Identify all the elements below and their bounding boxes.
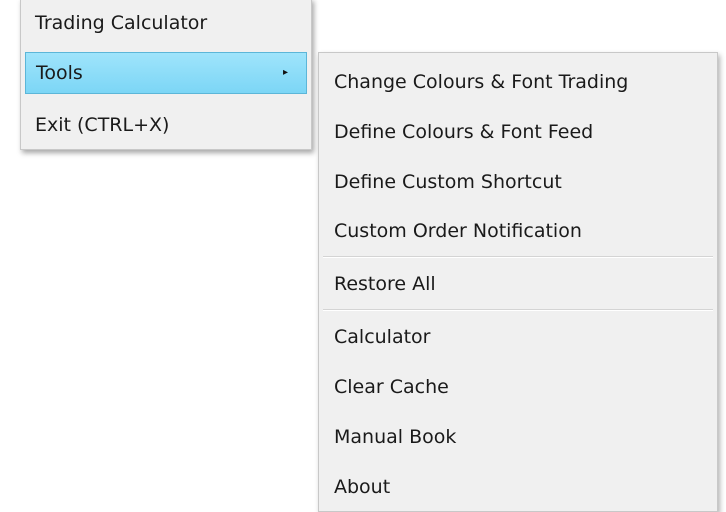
menu-item-label: Exit (CTRL+X)	[35, 113, 170, 136]
menu-item-label: Trading Calculator	[35, 11, 208, 34]
menu-item-label: Tools	[36, 61, 83, 84]
menu-item-manual-book[interactable]: Manual Book	[319, 412, 717, 462]
menu-item-change-colours-font-trading[interactable]: Change Colours & Font Trading	[319, 57, 717, 107]
main-context-menu: Trading Calculator Tools ▸ Exit (CTRL+X)	[20, 0, 312, 150]
menu-item-label: Define Colours & Font Feed	[334, 120, 594, 143]
menu-item-trading-calculator[interactable]: Trading Calculator	[21, 1, 311, 45]
menu-item-custom-order-notification[interactable]: Custom Order Notification	[319, 206, 717, 256]
menu-item-calculator[interactable]: Calculator	[319, 312, 717, 362]
tools-submenu: Change Colours & Font Trading Define Col…	[318, 52, 718, 512]
menu-item-define-colours-font-feed[interactable]: Define Colours & Font Feed	[319, 107, 717, 157]
menu-item-label: Change Colours & Font Trading	[334, 70, 629, 93]
menu-item-label: Calculator	[334, 325, 431, 348]
menu-item-label: Custom Order Notification	[334, 219, 582, 242]
menu-separator	[323, 309, 713, 311]
menu-item-tools[interactable]: Tools ▸	[25, 52, 307, 94]
menu-item-label: About	[334, 475, 391, 498]
menu-item-about[interactable]: About	[319, 462, 717, 512]
menu-item-define-custom-shortcut[interactable]: Define Custom Shortcut	[319, 157, 717, 207]
submenu-arrow-icon: ▸	[282, 67, 288, 78]
menu-item-exit[interactable]: Exit (CTRL+X)	[21, 103, 311, 147]
menu-item-clear-cache[interactable]: Clear Cache	[319, 362, 717, 412]
menu-item-restore-all[interactable]: Restore All	[319, 259, 717, 309]
menu-item-label: Define Custom Shortcut	[334, 170, 562, 193]
menu-item-label: Manual Book	[334, 425, 457, 448]
menu-item-label: Restore All	[334, 272, 436, 295]
menu-separator	[323, 256, 713, 258]
menu-item-label: Clear Cache	[334, 375, 449, 398]
